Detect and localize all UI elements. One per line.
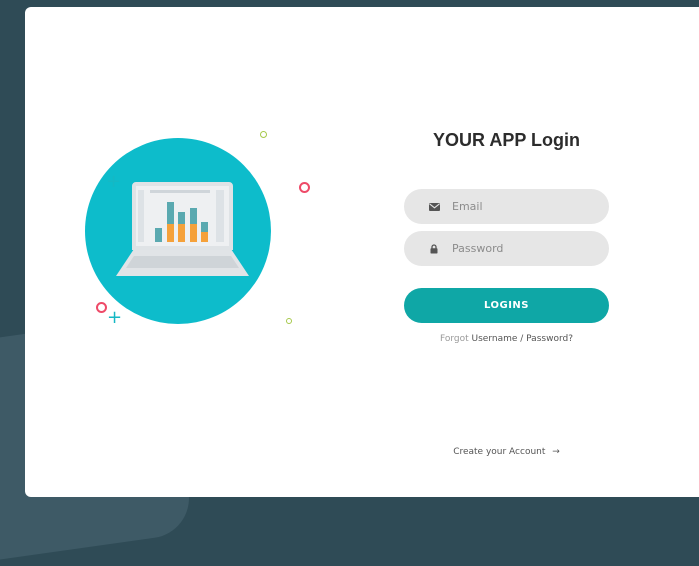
- arrow-right-icon: →: [552, 447, 560, 457]
- login-illustration: + +: [70, 110, 320, 360]
- chart-bar-teal: [189, 208, 197, 224]
- email-field[interactable]: [404, 189, 609, 224]
- create-account-label: Create your Account: [453, 447, 546, 457]
- login-button[interactable]: LOGINS: [404, 288, 609, 323]
- chart-bar-teal: [166, 202, 174, 224]
- screen-sidebar: [138, 190, 144, 242]
- laptop-keyboard: [126, 256, 239, 268]
- ring-decoration-icon: [96, 302, 107, 313]
- laptop-screen: [132, 182, 233, 250]
- forgot-credentials-link[interactable]: Username / Password?: [472, 334, 573, 344]
- chart-bar-teal: [155, 228, 162, 242]
- screen-header-line: [150, 190, 210, 193]
- forgot-credentials: Forgot Username / Password?: [404, 334, 609, 344]
- screen-sidebar: [216, 190, 224, 242]
- forgot-prefix: Forgot: [440, 334, 469, 344]
- create-account-link[interactable]: Create your Account →: [404, 447, 609, 457]
- login-title: YOUR APP Login: [432, 130, 580, 150]
- email-input[interactable]: [452, 200, 602, 213]
- dot-decoration-icon: [260, 131, 267, 138]
- password-field[interactable]: [404, 231, 609, 266]
- password-input[interactable]: [452, 242, 602, 255]
- ring-decoration-icon: [299, 182, 310, 193]
- chart-bar-orange: [189, 224, 197, 242]
- chart-bar-teal: [178, 212, 186, 224]
- bar-chart: [150, 198, 210, 242]
- envelope-icon: [428, 201, 440, 213]
- dot-decoration-icon: [286, 318, 292, 324]
- chart-bar-teal: [201, 222, 209, 232]
- plus-decoration-icon: +: [106, 171, 122, 192]
- chart-bar-orange: [201, 232, 209, 242]
- chart-bar-orange: [178, 224, 186, 242]
- chart-bar-orange: [166, 224, 174, 242]
- plus-decoration-icon: +: [107, 307, 123, 328]
- lock-icon: [428, 243, 440, 255]
